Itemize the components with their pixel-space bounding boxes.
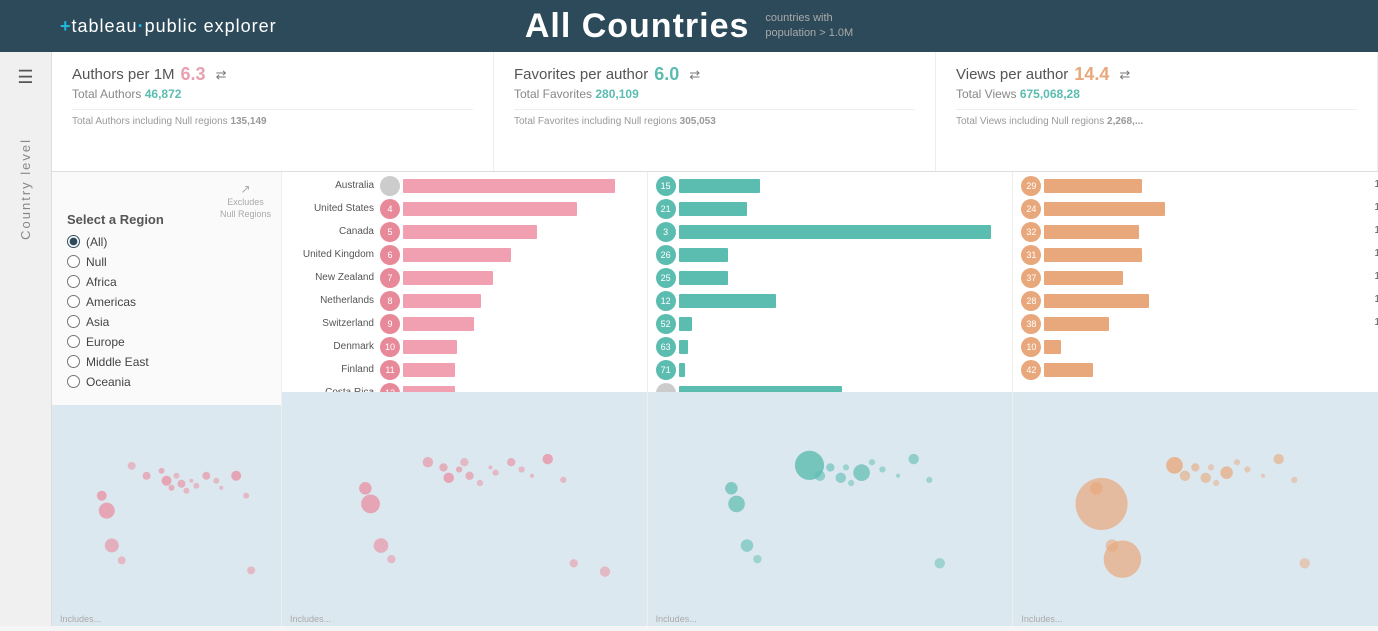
table-row: 42 7,895 — [1021, 360, 1370, 380]
table-row: Australia 72.4 — [290, 176, 639, 196]
views-value: 14.4 — [1074, 64, 1109, 85]
table-row: Netherlands 8 26.8 — [290, 291, 639, 311]
stat-panel-authors: Authors per 1M 6.3 ⇄ Total Authors 46,87… — [52, 52, 494, 171]
table-row: 10 2,912 — [1021, 337, 1370, 357]
table-row: 37 12,491 — [1021, 268, 1370, 288]
table-row: New Zealand 7 30.9 — [290, 268, 639, 288]
table-row: Finland 11 17.9 — [290, 360, 639, 380]
map-views-bottom: Includes... — [1013, 392, 1378, 626]
views-bars: 29 16,057 24 19,386 32 — [1013, 172, 1378, 392]
map-svg-authors — [52, 405, 281, 626]
map2-includes-note: Includes... — [290, 614, 331, 624]
subtitle: countries with population > 1.0M — [765, 11, 853, 42]
region-selector: ↗ExcludesNull Regions Select a Region (A… — [52, 172, 282, 405]
table-row: United Kingdom 6 36.7 — [290, 245, 639, 265]
table-row: 29 16,057 — [1021, 176, 1370, 196]
views-null: Total Views including Null regions 2,268… — [956, 109, 1357, 127]
table-row: 52 1.0 — [656, 314, 1005, 334]
table-row: 71 0.6 — [656, 360, 1005, 380]
table-row: 12.4 — [656, 383, 1005, 392]
favorites-value: 6.0 — [654, 64, 679, 85]
favorites-title: Favorites per author — [514, 66, 648, 83]
views-total: Total Views 675,068,28 — [956, 87, 1357, 101]
main-container: ☰ Country level Authors per 1M 6.3 ⇄ Tot… — [0, 52, 1378, 626]
region-option-middleeast[interactable]: Middle East — [67, 355, 266, 369]
authors-title: Authors per 1M — [72, 66, 175, 83]
region-option-europe[interactable]: Europe — [67, 335, 266, 349]
table-row: 24 19,386 — [1021, 199, 1370, 219]
table-row: 31 15,543 — [1021, 245, 1370, 265]
table-row: Denmark 10 18.3 — [290, 337, 639, 357]
left-panel: ↗ExcludesNull Regions Select a Region (A… — [52, 172, 282, 626]
views-title: Views per author — [956, 66, 1068, 83]
table-row: United States 4 59.6 — [290, 199, 639, 219]
authors-null: Total Authors including Null regions 135… — [72, 109, 473, 127]
region-option-americas[interactable]: Americas — [67, 295, 266, 309]
map-authors-bottom: Includes... — [282, 392, 647, 626]
favorites-filter-icon[interactable]: ⇄ — [689, 67, 700, 83]
region-option-oceania[interactable]: Oceania — [67, 375, 266, 389]
region-option-asia[interactable]: Asia — [67, 315, 266, 329]
lower-area: ↗ExcludesNull Regions Select a Region (A… — [52, 172, 1378, 626]
sidebar: ☰ Country level — [0, 52, 52, 626]
table-row: Canada 5 46.0 — [290, 222, 639, 242]
views-panel: 29 16,057 24 19,386 32 — [1013, 172, 1378, 626]
region-option-all[interactable]: (All) — [67, 235, 266, 249]
favorites-panel: 15 6.1 21 5.2 3 — [648, 172, 1014, 626]
map-svg-authors-bottom — [282, 392, 647, 626]
page-title: All Countries — [525, 7, 750, 46]
sidebar-label: Country level — [18, 138, 33, 240]
table-row: 63 0.8 — [656, 337, 1005, 357]
logo: +tableau·public explorer — [60, 16, 277, 37]
authors-total: Total Authors 46,872 — [72, 87, 473, 101]
authors-value: 6.3 — [181, 64, 206, 85]
table-row: 3 24.0 — [656, 222, 1005, 242]
table-row: 26 3.7 — [656, 245, 1005, 265]
content-area: Authors per 1M 6.3 ⇄ Total Authors 46,87… — [52, 52, 1378, 626]
authors-panel: Australia 72.4 United States 4 59.6 — [282, 172, 648, 626]
views-filter-icon[interactable]: ⇄ — [1119, 67, 1130, 83]
map-svg-views — [1013, 392, 1378, 626]
favorites-null: Total Favorites including Null regions 3… — [514, 109, 915, 127]
stat-panel-views: Views per author 14.4 ⇄ Total Views 675,… — [936, 52, 1378, 171]
map-svg-favorites — [648, 392, 1013, 626]
table-row: 28 16,735 — [1021, 291, 1370, 311]
table-row: 32 15,009 — [1021, 222, 1370, 242]
excludes-note: ↗ExcludesNull Regions — [220, 182, 271, 221]
map4-includes-note: Includes... — [1021, 614, 1062, 624]
table-row: 21 5.2 — [656, 199, 1005, 219]
stat-panel-favorites: Favorites per author 6.0 ⇄ Total Favorit… — [494, 52, 936, 171]
map-favorites-bottom: Includes... — [648, 392, 1013, 626]
stats-row: Authors per 1M 6.3 ⇄ Total Authors 46,87… — [52, 52, 1378, 172]
table-row: 15 6.1 — [656, 176, 1005, 196]
favorites-total: Total Favorites 280,109 — [514, 87, 915, 101]
header: +tableau·public explorer All Countries c… — [0, 0, 1378, 52]
authors-bars: Australia 72.4 United States 4 59.6 — [282, 172, 647, 392]
map-includes-note: Includes... — [60, 614, 101, 624]
table-row: 25 3.8 — [656, 268, 1005, 288]
region-option-null[interactable]: Null — [67, 255, 266, 269]
table-row: 38 10,348 — [1021, 314, 1370, 334]
region-option-africa[interactable]: Africa — [67, 275, 266, 289]
authors-filter-icon[interactable]: ⇄ — [216, 67, 227, 83]
map-authors: Includes... — [52, 405, 281, 626]
hamburger-icon[interactable]: ☰ — [17, 67, 33, 88]
table-row: 12 7.5 — [656, 291, 1005, 311]
favorites-bars: 15 6.1 21 5.2 3 — [648, 172, 1013, 392]
map3-includes-note: Includes... — [656, 614, 697, 624]
table-row: Costa Rica 12 17.6 — [290, 383, 639, 392]
table-row: Switzerland 9 24.2 — [290, 314, 639, 334]
